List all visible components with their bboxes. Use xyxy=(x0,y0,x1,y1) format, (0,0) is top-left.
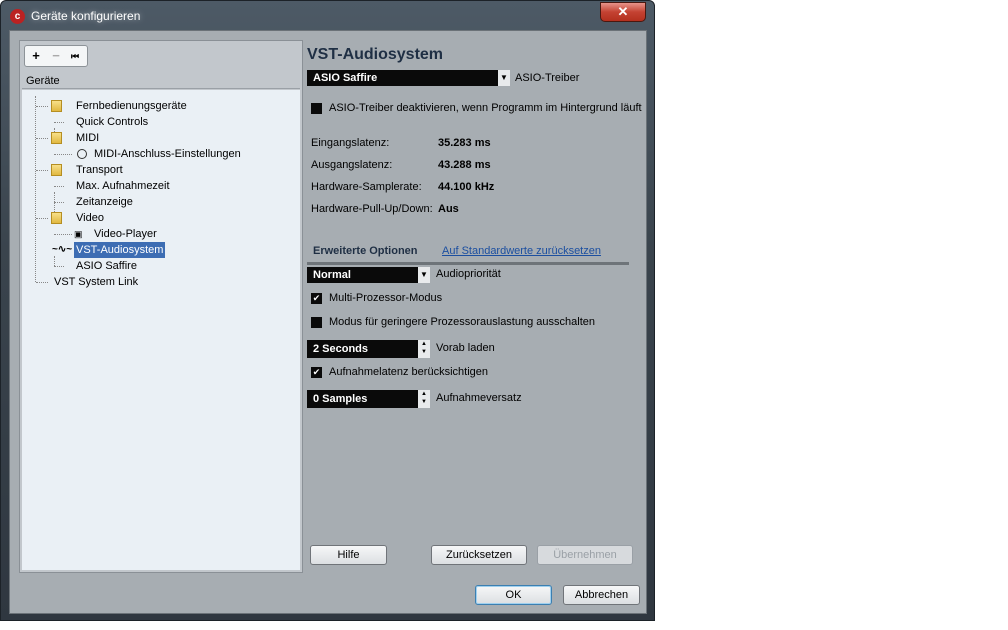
record-offset-label: Aufnahmeversatz xyxy=(436,392,522,404)
deactivate-asio-checkbox[interactable] xyxy=(311,103,322,114)
multi-processor-label: Multi-Prozessor-Modus xyxy=(329,292,443,304)
spin-arrows-icon[interactable]: ▲ ▼ xyxy=(418,390,430,408)
tree-toolbar: + − ⏮ xyxy=(24,45,88,67)
remove-device-button[interactable]: − xyxy=(48,48,64,64)
chevron-down-icon: ▼ xyxy=(418,267,430,283)
low-load-label: Modus für geringere Prozessorauslastung … xyxy=(329,316,595,328)
folder-icon xyxy=(51,164,62,176)
audio-waveform-icon: ~∿~ xyxy=(52,244,73,255)
configure-devices-window: c Geräte konfigurieren ✕ + − ⏮ Geräte Fe… xyxy=(0,0,655,621)
help-button[interactable]: Hilfe xyxy=(310,545,387,565)
tree-item-vst-system-link[interactable]: VST System Link xyxy=(36,274,140,290)
deactivate-asio-label: ASIO-Treiber deaktivieren, wenn Programm… xyxy=(329,102,642,114)
app-logo-icon: c xyxy=(10,9,25,24)
advanced-options-heading[interactable]: Erweiterte Optionen xyxy=(313,245,418,257)
apply-button[interactable]: Übernehmen xyxy=(537,545,633,565)
sample-rate-label: Hardware-Samplerate: xyxy=(311,181,422,193)
low-load-checkbox[interactable] xyxy=(311,317,322,328)
audio-priority-select[interactable]: Normal ▼ xyxy=(307,267,430,283)
folder-icon xyxy=(51,132,62,144)
multi-processor-checkbox[interactable] xyxy=(311,293,322,304)
dialog-client-area: + − ⏮ Geräte Fernbedienungsgeräte Quick … xyxy=(9,30,647,614)
device-tree-panel: + − ⏮ Geräte Fernbedienungsgeräte Quick … xyxy=(19,40,303,573)
tree-item-quick-controls[interactable]: Quick Controls xyxy=(36,114,150,130)
tree-item-transport[interactable]: Transport xyxy=(36,162,125,178)
tree-item-midi-port-settings[interactable]: MIDI-Anschluss-Einstellungen xyxy=(36,146,243,162)
folder-icon xyxy=(51,100,62,112)
input-latency-value: 35.283 ms xyxy=(438,137,491,149)
pull-up-down-value: Aus xyxy=(438,203,459,215)
add-device-button[interactable]: + xyxy=(28,48,44,64)
clock-icon xyxy=(77,149,87,159)
settings-panel: VST-Audiosystem ASIO Saffire ▼ ASIO-Trei… xyxy=(307,40,642,573)
audio-priority-label: Audiopriorität xyxy=(436,268,501,280)
sample-rate-value: 44.100 kHz xyxy=(438,181,495,193)
pull-up-down-label: Hardware-Pull-Up/Down: xyxy=(311,203,433,215)
panel-title: VST-Audiosystem xyxy=(307,46,444,63)
reset-device-button[interactable]: ⏮ xyxy=(67,48,83,64)
tree-item-time-display[interactable]: Zeitanzeige xyxy=(36,194,135,210)
tree-column-header[interactable]: Geräte xyxy=(22,73,300,89)
spin-arrows-icon[interactable]: ▲ ▼ xyxy=(418,340,430,358)
output-latency-label: Ausgangslatenz: xyxy=(311,159,393,171)
folder-icon xyxy=(51,212,62,224)
record-offset-spinbox[interactable]: 0 Samples ▲ ▼ xyxy=(307,390,430,408)
asio-driver-label: ASIO-Treiber xyxy=(515,72,580,84)
section-divider xyxy=(307,262,629,265)
cancel-button[interactable]: Abbrechen xyxy=(563,585,640,605)
record-latency-checkbox[interactable] xyxy=(311,367,322,378)
reset-button[interactable]: Zurücksetzen xyxy=(431,545,527,565)
tree-item-asio-saffire[interactable]: ASIO Saffire xyxy=(36,258,139,274)
input-latency-label: Eingangslatenz: xyxy=(311,137,390,149)
title-bar[interactable]: c Geräte konfigurieren ✕ xyxy=(1,1,654,31)
device-tree: Fernbedienungsgeräte Quick Controls MIDI… xyxy=(22,90,300,570)
close-button[interactable]: ✕ xyxy=(600,2,646,22)
tree-item-max-record-time[interactable]: Max. Aufnahmezeit xyxy=(36,178,172,194)
preload-label: Vorab laden xyxy=(436,342,495,354)
window-title: Geräte konfigurieren xyxy=(31,9,141,23)
ok-button[interactable]: OK xyxy=(475,585,552,605)
tree-item-video[interactable]: Video xyxy=(36,210,106,226)
asio-driver-select[interactable]: ASIO Saffire ▼ xyxy=(307,70,510,86)
preload-spinbox[interactable]: 2 Seconds ▲ ▼ xyxy=(307,340,430,358)
reset-defaults-link[interactable]: Auf Standardwerte zurücksetzen xyxy=(442,245,601,257)
tree-item-vst-audiosystem[interactable]: ~∿~ VST-Audiosystem xyxy=(36,242,166,258)
tree-item-video-player[interactable]: ▣ Video-Player xyxy=(36,226,159,242)
chevron-down-icon: ▼ xyxy=(498,70,510,86)
tree-item-midi[interactable]: MIDI xyxy=(36,130,101,146)
output-latency-value: 43.288 ms xyxy=(438,159,491,171)
tree-item-fernbedienungsgeraete[interactable]: Fernbedienungsgeräte xyxy=(36,98,189,114)
video-camera-icon: ▣ xyxy=(74,229,83,239)
record-latency-label: Aufnahmelatenz berücksichtigen xyxy=(329,366,488,378)
